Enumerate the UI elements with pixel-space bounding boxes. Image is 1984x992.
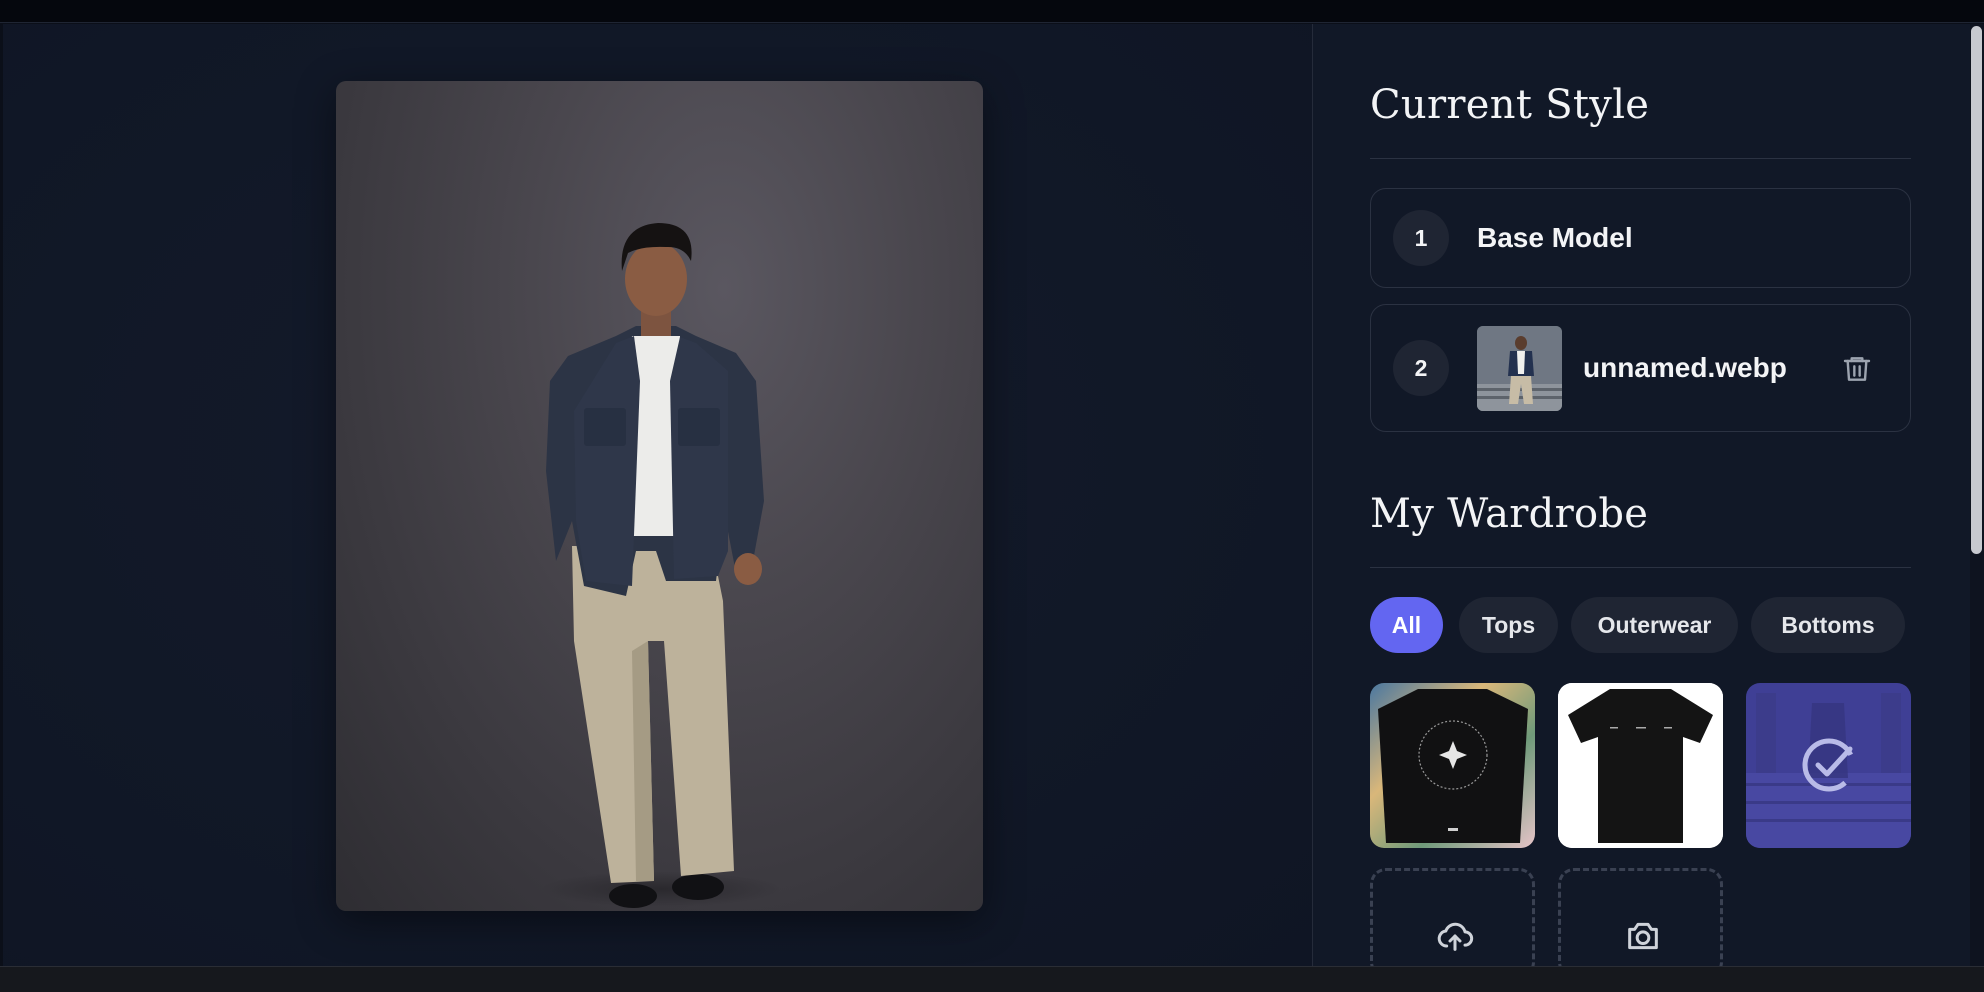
- style-side-panel: Current Style 1 Base Model 2 unnamed.web…: [1313, 24, 1970, 966]
- filter-chip-tops[interactable]: Tops: [1459, 597, 1558, 653]
- layer-label: Base Model: [1477, 222, 1633, 253]
- layer-card-base-model[interactable]: 1 Base Model: [1370, 188, 1911, 288]
- delete-layer-button[interactable]: [1841, 353, 1873, 385]
- model-preview-image: [336, 81, 983, 911]
- current-style-title: Current Style: [1370, 82, 1650, 128]
- filter-chip-outerwear[interactable]: Outerwear: [1571, 597, 1738, 653]
- layer-number-badge: 2: [1393, 340, 1449, 396]
- wardrobe-item-selected-outfit[interactable]: [1746, 683, 1911, 848]
- wardrobe-item-black-tshirt[interactable]: [1558, 683, 1723, 848]
- browser-bottom-bar: [0, 966, 1984, 992]
- layer-label: unnamed.webp: [1583, 352, 1787, 383]
- layer-card-garment[interactable]: 2 unnamed.webp: [1370, 304, 1911, 432]
- trash-icon: [1843, 357, 1871, 381]
- panel-scrollbar-thumb[interactable]: [1971, 26, 1982, 554]
- wardrobe-item-sparkle-longsleeve[interactable]: [1370, 683, 1535, 848]
- preview-stage: [3, 24, 1312, 966]
- section-divider: [1370, 567, 1911, 568]
- capture-photo-button[interactable]: [1558, 868, 1723, 966]
- section-divider: [1370, 158, 1911, 159]
- filter-chip-bottoms[interactable]: Bottoms: [1751, 597, 1905, 653]
- cloud-upload-icon: [1437, 922, 1474, 951]
- browser-top-bar: [0, 0, 1984, 23]
- filter-chip-all[interactable]: All: [1370, 597, 1443, 653]
- upload-garment-button[interactable]: [1370, 868, 1535, 966]
- camera-icon: [1628, 922, 1658, 950]
- garment-thumbnail: [1477, 326, 1562, 411]
- layer-number-badge: 1: [1393, 210, 1449, 266]
- my-wardrobe-title: My Wardrobe: [1370, 491, 1649, 537]
